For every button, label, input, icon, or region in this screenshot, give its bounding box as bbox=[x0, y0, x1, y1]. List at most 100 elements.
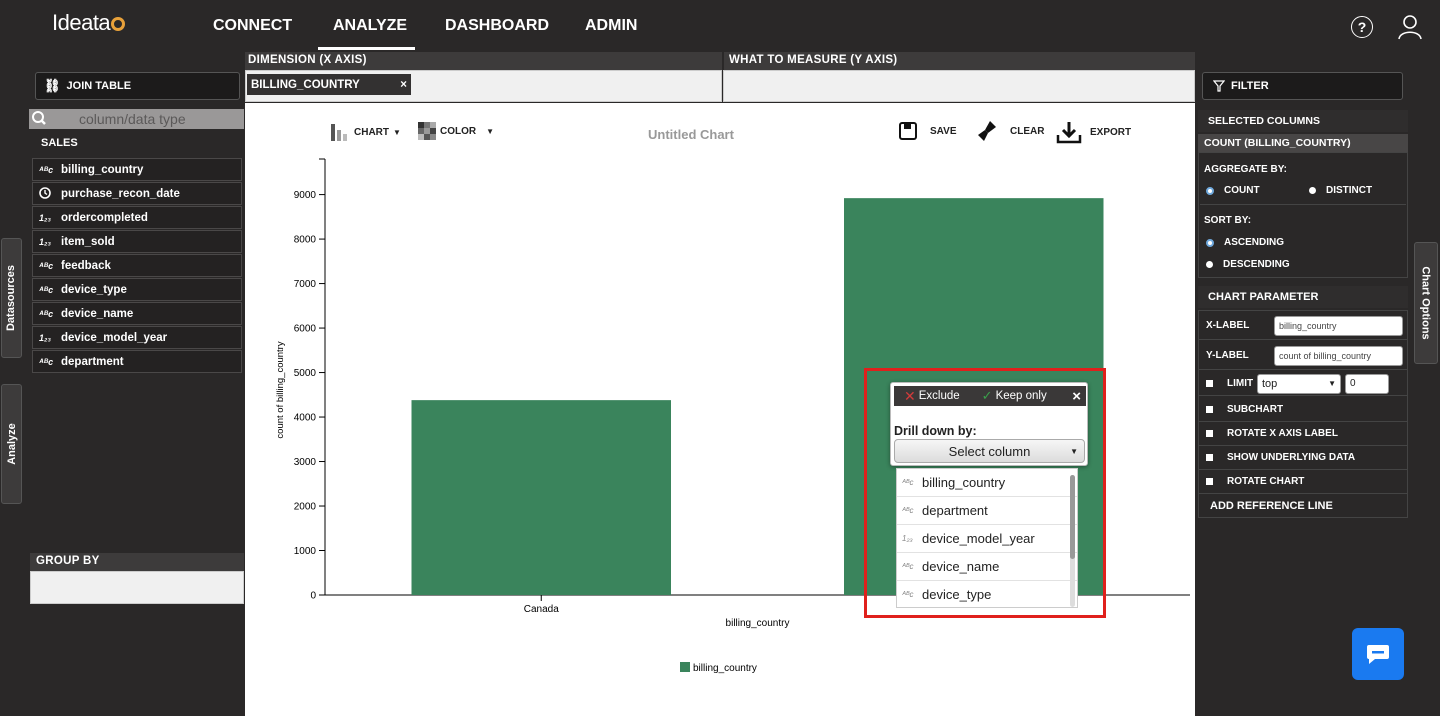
count-radio[interactable]: COUNT bbox=[1198, 185, 1260, 196]
limit-select[interactable]: top ▼ bbox=[1257, 373, 1341, 394]
save-button[interactable]: SAVE bbox=[898, 121, 957, 141]
subchart-row[interactable]: SUBCHART bbox=[1198, 398, 1408, 422]
palette-grid-icon bbox=[418, 122, 436, 140]
tab-datasources[interactable]: Datasources bbox=[1, 238, 22, 358]
y-tick-label: 3000 bbox=[294, 457, 317, 468]
x-axis-title: billing_country bbox=[726, 618, 790, 629]
help-icon[interactable]: ? bbox=[1351, 16, 1373, 38]
descending-radio[interactable]: DESCENDING bbox=[1198, 259, 1408, 270]
y-tick-label: 2000 bbox=[294, 502, 317, 513]
group-by-dropzone[interactable] bbox=[30, 571, 244, 604]
nav-connect[interactable]: CONNECT bbox=[213, 17, 292, 35]
x-label-input[interactable]: billing_country bbox=[1274, 315, 1403, 336]
column-label: device_type bbox=[61, 283, 127, 296]
top-nav: Ideata CONNECT ANALYZE DASHBOARD ADMIN ? bbox=[0, 0, 1440, 52]
chat-bubble-icon bbox=[1367, 645, 1389, 664]
logo-ring-icon bbox=[111, 17, 126, 31]
search-icon bbox=[32, 111, 46, 125]
sort-by-label: SORT BY: bbox=[1204, 215, 1252, 226]
chart-title[interactable]: Untitled Chart bbox=[648, 127, 734, 142]
text-type-icon: ᴬᴮc bbox=[39, 356, 54, 367]
rotate-chart-row[interactable]: ROTATE CHART bbox=[1198, 470, 1408, 494]
filter-button[interactable]: FILTER bbox=[1202, 72, 1403, 100]
bar bbox=[411, 400, 671, 595]
column-label: ordercompleted bbox=[61, 211, 148, 224]
column-item[interactable]: ᴬᴮc billing_country bbox=[32, 158, 242, 181]
measure-dropzone[interactable] bbox=[723, 70, 1195, 102]
column-label: billing_country bbox=[61, 163, 144, 176]
nav-analyze[interactable]: ANALYZE bbox=[333, 17, 407, 35]
dimension-dropzone[interactable]: BILLING_COUNTRY × bbox=[245, 70, 722, 102]
table-name: SALES bbox=[41, 137, 78, 149]
distinct-radio[interactable]: DISTINCT bbox=[1309, 185, 1372, 196]
search-input[interactable]: column/data type bbox=[79, 111, 186, 127]
text-type-icon: ᴬᴮc bbox=[39, 308, 54, 319]
chart-parameter-header: CHART PARAMETER bbox=[1198, 286, 1408, 308]
column-label: device_name bbox=[61, 307, 134, 320]
y-tick-label: 9000 bbox=[294, 190, 317, 201]
column-item[interactable]: ᴬᴮc feedback bbox=[32, 254, 242, 277]
x-label-row: X-LABEL billing_country bbox=[1198, 312, 1408, 340]
join-table-button[interactable]: ⛓ JOIN TABLE bbox=[35, 72, 240, 100]
rotate-x-row[interactable]: ROTATE X AXIS LABEL bbox=[1198, 422, 1408, 446]
user-icon[interactable] bbox=[1398, 14, 1422, 40]
download-icon bbox=[1056, 122, 1082, 144]
column-label: device_model_year bbox=[61, 331, 168, 344]
radio-icon bbox=[1206, 261, 1213, 268]
column-label: purchase_recon_date bbox=[61, 187, 180, 200]
tab-analyze[interactable]: Analyze bbox=[1, 384, 22, 504]
text-type-icon: ᴬᴮc bbox=[39, 260, 54, 271]
column-item[interactable]: 1₂₃ item_sold bbox=[32, 230, 242, 253]
highlight-box bbox=[864, 368, 1106, 618]
divider bbox=[1200, 204, 1406, 205]
radio-selected-icon bbox=[1206, 238, 1214, 247]
clock-icon bbox=[39, 186, 55, 201]
column-item[interactable]: ᴬᴮc department bbox=[32, 350, 242, 373]
number-type-icon: 1₂₃ bbox=[39, 332, 51, 343]
y-label-input[interactable]: count of billing_country bbox=[1274, 345, 1403, 366]
selected-column-item[interactable]: COUNT (BILLING_COUNTRY) bbox=[1198, 134, 1408, 152]
export-button[interactable]: EXPORT bbox=[1056, 120, 1131, 144]
number-type-icon: 1₂₃ bbox=[39, 236, 51, 247]
y-label-row: Y-LABEL count of billing_country bbox=[1198, 342, 1408, 370]
rotate-chart-checkbox[interactable] bbox=[1206, 478, 1213, 485]
y-tick-label: 1000 bbox=[294, 546, 317, 557]
chat-button[interactable] bbox=[1352, 628, 1404, 680]
logo[interactable]: Ideata bbox=[52, 10, 126, 36]
y-tick-label: 8000 bbox=[294, 235, 317, 246]
show-underlying-row[interactable]: SHOW UNDERLYING DATA bbox=[1198, 446, 1408, 470]
legend-label: billing_country bbox=[693, 663, 757, 674]
y-tick-label: 0 bbox=[310, 591, 316, 602]
color-button[interactable]: COLOR ▼ bbox=[418, 122, 494, 140]
add-reference-line[interactable]: ADD REFERENCE LINE bbox=[1198, 496, 1408, 516]
limit-input[interactable]: 0 bbox=[1345, 373, 1389, 394]
column-search[interactable]: column/data type bbox=[29, 109, 244, 129]
ascending-radio[interactable]: ASCENDING bbox=[1198, 237, 1408, 248]
nav-dashboard[interactable]: DASHBOARD bbox=[445, 17, 549, 35]
column-item[interactable]: purchase_recon_date bbox=[32, 182, 242, 205]
chart-type-button[interactable]: CHART ▼ bbox=[330, 122, 401, 142]
x-tick-label: Canada bbox=[524, 604, 559, 615]
limit-checkbox[interactable] bbox=[1206, 380, 1213, 387]
caret-down-icon: ▼ bbox=[1328, 379, 1336, 388]
column-item[interactable]: ᴬᴮc device_type bbox=[32, 278, 242, 301]
y-axis-title: count of billing_country bbox=[275, 341, 286, 438]
column-item[interactable]: ᴬᴮc device_name bbox=[32, 302, 242, 325]
subchart-checkbox[interactable] bbox=[1206, 406, 1213, 413]
column-item[interactable]: 1₂₃ ordercompleted bbox=[32, 206, 242, 229]
aggregate-by-label: AGGREGATE BY: bbox=[1204, 164, 1287, 175]
nav-admin[interactable]: ADMIN bbox=[585, 17, 637, 35]
chip-close-icon[interactable]: × bbox=[400, 79, 407, 91]
tab-chart-options[interactable]: Chart Options bbox=[1414, 242, 1438, 364]
y-tick-label: 4000 bbox=[294, 413, 317, 424]
bar-chart-icon bbox=[331, 124, 347, 141]
number-type-icon: 1₂₃ bbox=[39, 212, 51, 223]
limit-row: LIMIT top ▼ 0 bbox=[1198, 372, 1408, 396]
chevron-down-icon: ▼ bbox=[486, 126, 495, 136]
column-label: department bbox=[61, 355, 124, 368]
clear-button[interactable]: CLEAR bbox=[976, 119, 1044, 143]
show-underlying-checkbox[interactable] bbox=[1206, 454, 1213, 461]
rotate-x-checkbox[interactable] bbox=[1206, 430, 1213, 437]
dimension-chip[interactable]: BILLING_COUNTRY × bbox=[247, 74, 411, 95]
column-item[interactable]: 1₂₃ device_model_year bbox=[32, 326, 242, 349]
